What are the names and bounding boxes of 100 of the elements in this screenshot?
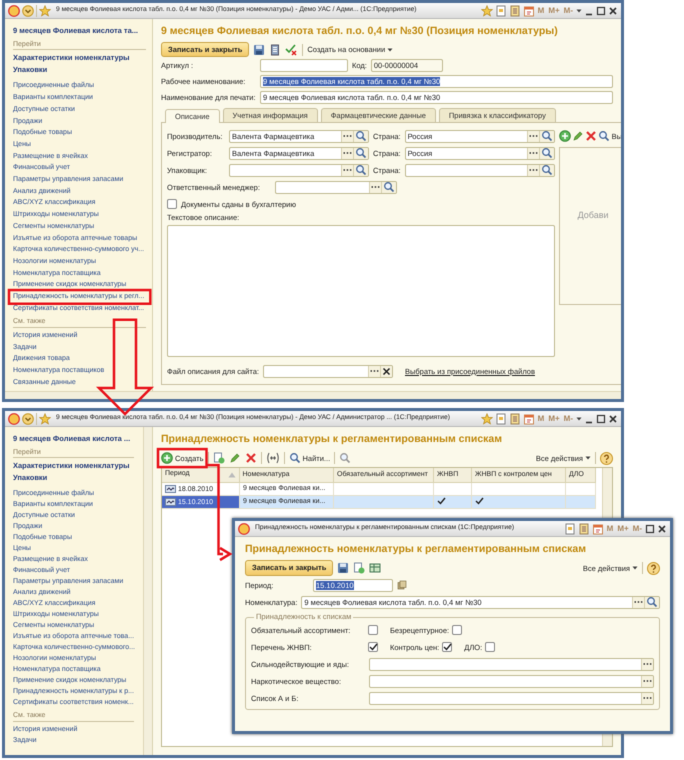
checkbox[interactable]	[368, 625, 378, 636]
select-button[interactable]	[641, 692, 653, 704]
checkbox[interactable]	[452, 625, 462, 636]
select-button[interactable]	[341, 130, 353, 142]
clear-button[interactable]	[380, 366, 392, 377]
search-icon[interactable]	[339, 452, 352, 464]
close-icon[interactable]	[608, 414, 618, 424]
list-icon[interactable]	[269, 44, 282, 56]
record-icon	[165, 496, 176, 507]
checkbox[interactable]	[442, 642, 452, 652]
star-icon[interactable]	[480, 412, 493, 424]
delete-icon[interactable]	[584, 130, 597, 142]
input-field[interactable]	[260, 58, 348, 72]
add-icon[interactable]	[161, 452, 173, 464]
calendar-icon[interactable]	[522, 412, 535, 424]
pencil-icon[interactable]	[228, 452, 241, 464]
checkbox[interactable]	[368, 642, 378, 652]
select-button[interactable]	[632, 596, 644, 608]
table-cell[interactable]	[334, 495, 434, 509]
table-cell[interactable]	[434, 495, 472, 509]
dots-icon	[370, 370, 379, 372]
save-icon[interactable]	[253, 44, 266, 56]
select-button[interactable]	[526, 130, 539, 142]
save-icon[interactable]	[337, 562, 350, 574]
input-field[interactable]	[229, 164, 369, 177]
clear-icon	[382, 366, 391, 376]
table-cell[interactable]	[472, 495, 566, 509]
dots-icon	[643, 663, 652, 666]
help-icon[interactable]	[600, 452, 613, 465]
logo-icon[interactable]	[8, 412, 20, 424]
form-heading: Принадлежность номенклатуры к регламентированным спискам	[245, 543, 588, 556]
record-icon	[165, 484, 176, 494]
logo-icon[interactable]	[238, 522, 250, 534]
form-heading: 9 месяцев Фолиевая кислота табл. п.о. 0,4 мг №30 (Позиция номенклатуры)	[161, 25, 559, 38]
copy-icon[interactable]	[353, 562, 366, 574]
document-icon[interactable]	[494, 4, 507, 16]
dropdown-icon[interactable]	[22, 412, 34, 424]
checkbox[interactable]	[485, 642, 496, 652]
input-field[interactable]	[262, 364, 393, 378]
dots-icon	[643, 697, 652, 700]
scrollbar[interactable]	[143, 427, 152, 755]
close-icon[interactable]	[657, 524, 667, 534]
maximize-icon[interactable]	[596, 414, 606, 424]
dots-icon	[371, 186, 380, 188]
copy-icon[interactable]	[212, 452, 225, 464]
select-button[interactable]	[341, 164, 353, 176]
check-cancel-icon[interactable]	[285, 43, 298, 56]
logo-icon[interactable]	[8, 4, 20, 16]
input-field[interactable]	[275, 180, 397, 194]
select-button[interactable]	[641, 658, 653, 670]
add-icon[interactable]	[558, 130, 571, 142]
caret-icon	[387, 48, 394, 52]
document-icon[interactable]	[564, 522, 576, 534]
maximize-icon[interactable]	[596, 6, 606, 16]
maximize-icon[interactable]	[645, 524, 655, 534]
select-button[interactable]	[526, 164, 539, 176]
select-button[interactable]	[641, 676, 653, 687]
calculator-icon[interactable]	[578, 522, 590, 534]
calculator-icon[interactable]	[508, 4, 521, 16]
input-field[interactable]	[369, 692, 654, 705]
calculator-icon[interactable]	[508, 412, 521, 424]
delete-icon[interactable]	[244, 452, 257, 464]
dots-icon	[528, 152, 538, 154]
table-icon[interactable]	[369, 562, 382, 574]
caret-icon	[585, 456, 591, 460]
select-button[interactable]	[341, 148, 353, 159]
table-cell[interactable]	[334, 482, 434, 496]
select-button[interactable]	[526, 148, 539, 159]
pencil-icon[interactable]	[572, 130, 584, 142]
placeholder-text: Добави	[578, 210, 609, 220]
dots-icon	[343, 135, 352, 138]
input-field[interactable]	[404, 164, 555, 177]
table-cell[interactable]	[434, 482, 472, 496]
check-icon	[368, 643, 378, 652]
calendar-icon[interactable]	[592, 522, 604, 534]
document-icon[interactable]	[494, 412, 507, 424]
help-icon[interactable]	[647, 562, 660, 575]
select-button[interactable]	[369, 182, 381, 193]
table-cell[interactable]	[472, 482, 566, 496]
caret-icon	[632, 566, 638, 570]
input-field[interactable]	[369, 658, 654, 671]
input-field[interactable]	[369, 674, 654, 688]
star-icon[interactable]	[39, 4, 51, 16]
star-icon[interactable]	[480, 4, 493, 16]
checkbox[interactable]	[167, 199, 177, 210]
select-button[interactable]	[368, 366, 380, 377]
picker-icon[interactable]	[397, 580, 407, 590]
arrows-icon[interactable]	[266, 452, 280, 464]
search-icon[interactable]	[288, 452, 301, 464]
scrollbar[interactable]	[5, 391, 621, 399]
close-icon[interactable]	[608, 6, 618, 16]
form-heading: Принадлежность номенклатуры к регламентированным спискам	[161, 433, 504, 446]
dropdown-icon[interactable]	[22, 4, 34, 16]
dots-icon	[528, 135, 538, 138]
table-cell[interactable]	[566, 482, 596, 496]
calendar-icon[interactable]	[522, 4, 535, 16]
caret-icon	[576, 8, 582, 12]
star-icon[interactable]	[39, 412, 51, 424]
dots-icon	[343, 169, 352, 172]
search-icon[interactable]	[598, 130, 610, 142]
